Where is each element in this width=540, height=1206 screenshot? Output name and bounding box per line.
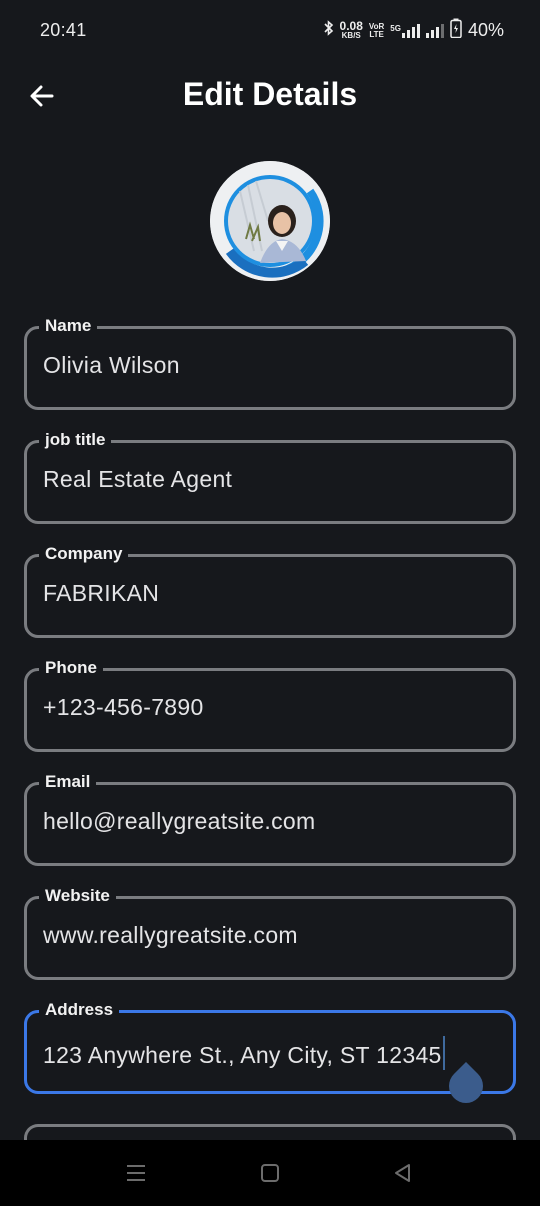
recents-button[interactable] [121,1158,151,1188]
address-label: Address [39,998,120,1022]
name-input[interactable]: Olivia Wilson [43,352,180,379]
menu-lines-icon [127,1165,145,1181]
job-title-field[interactable]: job title Real Estate Agent [24,428,516,524]
status-bar: 20:41 0.08 KB/S VoR LTE 5G 40% [0,0,540,62]
company-input[interactable]: FABRIKAN [43,580,159,607]
address-field[interactable]: Address 123 Anywhere St., Any City, ST 1… [24,998,516,1111]
profile-photo-icon [210,161,330,281]
text-cursor [442,1036,445,1070]
home-button[interactable] [255,1158,285,1188]
website-input[interactable]: www.reallygreatsite.com [43,922,298,949]
job-title-label: job title [39,428,112,452]
phone-label: Phone [39,656,103,680]
cursor-handle[interactable] [441,1061,491,1111]
triangle-back-icon [395,1164,410,1182]
email-field[interactable]: Email hello@reallygreatsite.com [24,770,516,866]
phone-field[interactable]: Phone +123-456-7890 [24,656,516,752]
edit-details-screen: 20:41 0.08 KB/S VoR LTE 5G 40% Edit Deta… [0,0,540,1206]
status-time: 20:41 [40,20,87,40]
signal-strength-icon [425,23,444,38]
network-speed: 0.08 KB/S [339,18,363,40]
address-input[interactable]: 123 Anywhere St., Any City, ST 12345 [43,1036,445,1070]
website-field[interactable]: Website www.reallygreatsite.com [24,884,516,980]
email-input[interactable]: hello@reallygreatsite.com [43,808,315,835]
battery-icon [450,18,462,43]
website-label: Website [39,884,116,908]
page-title: Edit Details [182,76,358,112]
job-title-input[interactable]: Real Estate Agent [43,466,232,493]
company-label: Company [39,542,129,566]
volte-indicator: VoR LTE [368,21,385,39]
email-label: Email [39,770,97,794]
system-back-button[interactable] [388,1158,418,1188]
square-icon [261,1164,279,1182]
bluetooth-icon [323,20,334,41]
phone-input[interactable]: +123-456-7890 [43,694,204,721]
battery-percent: 40% [467,20,504,40]
system-nav-bar [0,1140,540,1206]
name-field[interactable]: Name Olivia Wilson [24,314,516,410]
name-label: Name [39,314,98,338]
status-icons: 0.08 KB/S VoR LTE 5G 40% [323,18,504,43]
app-header: Edit Details [0,62,540,130]
signal-5g-icon: 5G [390,23,420,38]
profile-avatar[interactable] [210,161,330,281]
company-field[interactable]: Company FABRIKAN [24,542,516,638]
